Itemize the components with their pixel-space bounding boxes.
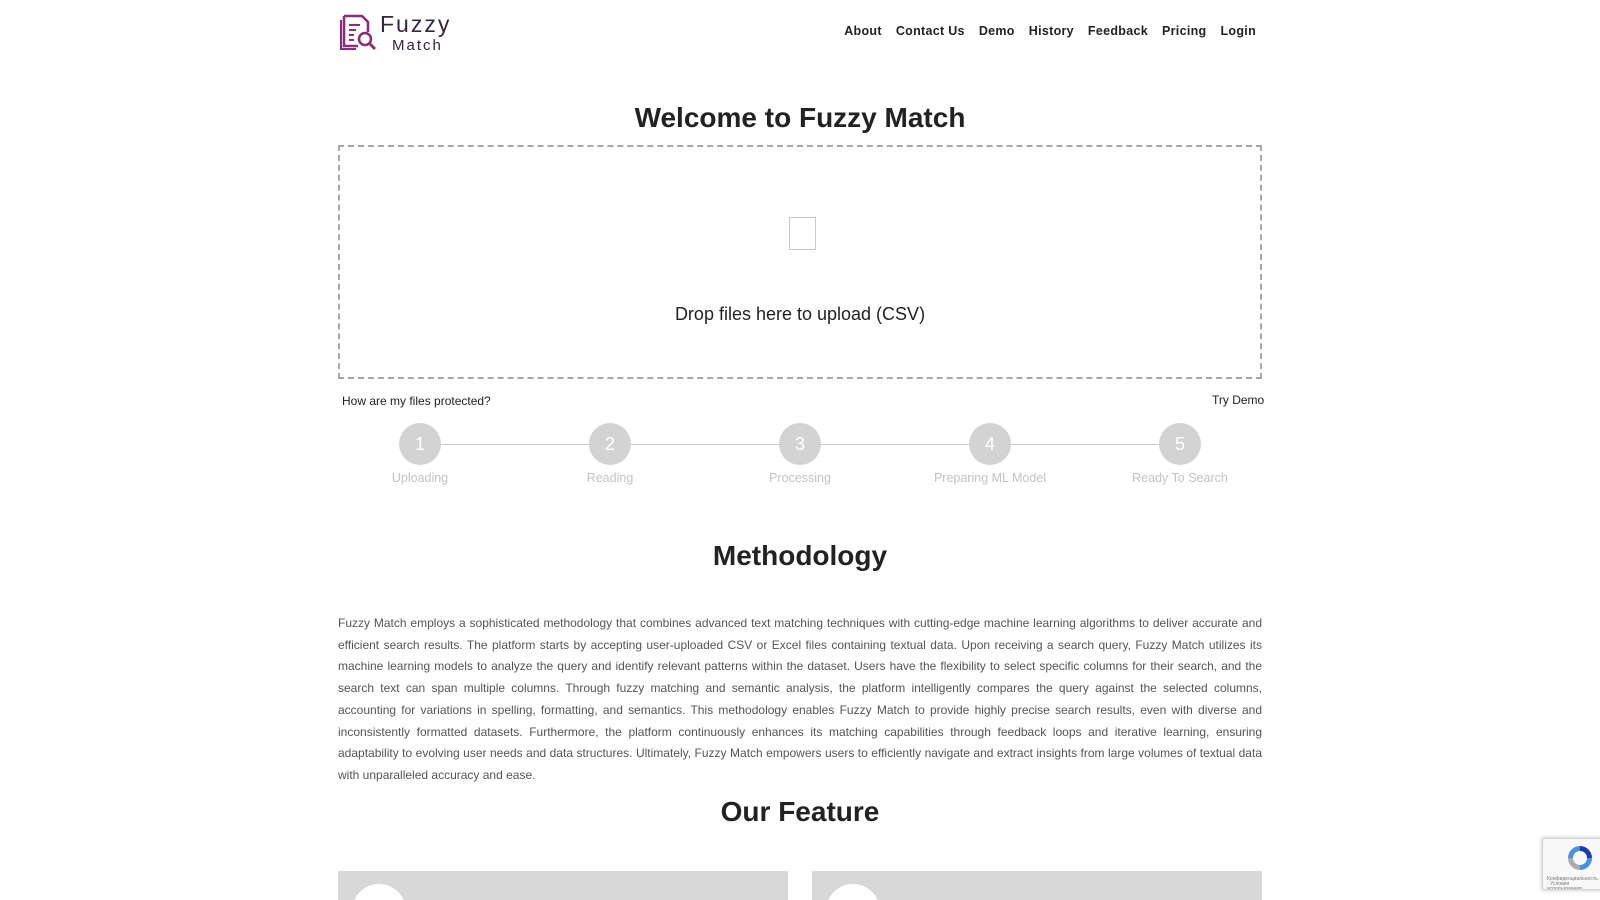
nav-login[interactable]: Login xyxy=(1220,24,1256,38)
step-number: 4 xyxy=(969,423,1011,465)
nav-history[interactable]: History xyxy=(1029,24,1074,38)
main-nav: About Contact Us Demo History Feedback P… xyxy=(844,24,1256,38)
page-title: Welcome to Fuzzy Match xyxy=(634,102,966,133)
logo-title: Fuzzy xyxy=(380,11,452,37)
progress-steps: 1 Uploading 2 Reading 3 Processing 4 Pre… xyxy=(338,423,1262,493)
step-preparing-ml-model: 4 Preparing ML Model xyxy=(910,423,1070,485)
site-header: Fuzzy Match About Contact Us Demo Histor… xyxy=(0,0,1600,64)
try-demo-link[interactable]: Try Demo xyxy=(1212,393,1264,407)
step-number: 3 xyxy=(779,423,821,465)
step-ready-to-search: 5 Ready To Search xyxy=(1100,423,1260,485)
features-heading: Our Feature xyxy=(720,796,880,827)
step-number: 2 xyxy=(589,423,631,465)
methodology-heading: Methodology xyxy=(712,540,888,571)
nav-about[interactable]: About xyxy=(844,24,882,38)
file-icon xyxy=(789,217,816,250)
step-label: Uploading xyxy=(391,471,449,485)
document-search-icon xyxy=(340,14,377,51)
feature-icon-circle xyxy=(352,884,406,900)
nav-demo[interactable]: Demo xyxy=(979,24,1015,38)
methodology-paragraph: Fuzzy Match employs a sophisticated meth… xyxy=(338,616,1262,782)
nav-pricing[interactable]: Pricing xyxy=(1162,24,1206,38)
file-dropzone[interactable]: Drop files here to upload (CSV) xyxy=(338,145,1262,379)
step-number: 1 xyxy=(399,423,441,465)
recaptcha-terms[interactable]: Конфиденциальность - Условия использован… xyxy=(1547,877,1599,890)
step-label: Reading xyxy=(586,471,634,485)
feature-card xyxy=(812,871,1262,900)
logo[interactable]: Fuzzy Match xyxy=(338,10,451,53)
step-number: 5 xyxy=(1159,423,1201,465)
recaptcha-icon xyxy=(1568,846,1592,870)
nav-feedback[interactable]: Feedback xyxy=(1088,24,1148,38)
recaptcha-badge[interactable]: Конфиденциальность - Условия использован… xyxy=(1542,838,1600,890)
step-label: Processing xyxy=(769,471,831,485)
feature-icon-circle xyxy=(826,884,880,900)
nav-contact-us[interactable]: Contact Us xyxy=(896,24,965,38)
step-label: Preparing ML Model xyxy=(933,471,1047,485)
step-processing: 3 Processing xyxy=(720,423,880,485)
step-uploading: 1 Uploading xyxy=(340,423,500,485)
feature-card xyxy=(338,871,788,900)
step-reading: 2 Reading xyxy=(530,423,690,485)
logo-subtitle: Match xyxy=(392,37,443,54)
files-protected-link[interactable]: How are my files protected? xyxy=(342,394,491,408)
dropzone-text: Drop files here to upload (CSV) xyxy=(674,304,926,324)
step-label: Ready To Search xyxy=(1132,471,1228,485)
